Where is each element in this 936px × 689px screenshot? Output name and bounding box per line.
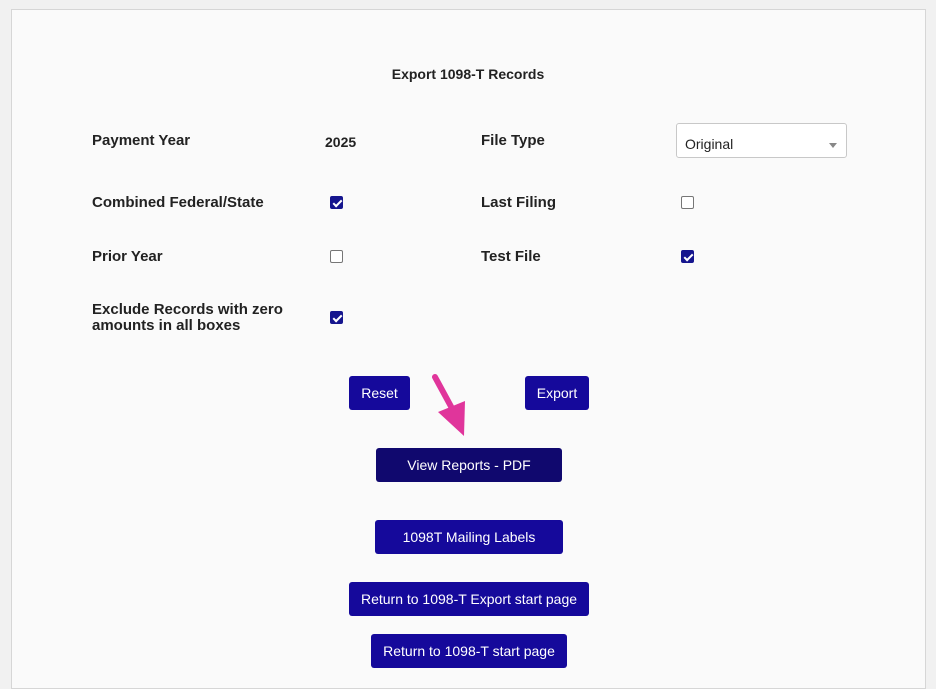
exclude-zero-checkbox[interactable] [330, 311, 343, 324]
arrow-pointer-icon [432, 374, 465, 436]
mailing-labels-button[interactable]: 1098T Mailing Labels [375, 520, 563, 554]
reset-button[interactable]: Reset [349, 376, 410, 410]
export-button[interactable]: Export [525, 376, 589, 410]
page-title: Export 1098-T Records [391, 66, 545, 82]
combined-federal-state-label: Combined Federal/State [92, 194, 264, 211]
payment-year-value: 2025 [325, 134, 357, 150]
exclude-zero-label-line1: Exclude Records with zero [92, 301, 283, 318]
return-export-start-button[interactable]: Return to 1098-T Export start page [349, 582, 589, 616]
exclude-zero-label-line2: amounts in all boxes [92, 317, 241, 334]
file-type-label: File Type [481, 132, 545, 149]
prior-year-checkbox[interactable] [330, 250, 343, 263]
chevron-down-icon [829, 143, 837, 148]
last-filing-checkbox[interactable] [681, 196, 694, 209]
prior-year-label: Prior Year [92, 248, 163, 265]
combined-federal-state-checkbox[interactable] [330, 196, 343, 209]
return-start-button[interactable]: Return to 1098-T start page [371, 634, 567, 668]
test-file-checkbox[interactable] [681, 250, 694, 263]
file-type-select[interactable]: Original [676, 123, 847, 158]
payment-year-label: Payment Year [92, 132, 191, 149]
test-file-label: Test File [481, 248, 541, 265]
last-filing-label: Last Filing [481, 194, 556, 211]
view-reports-pdf-button[interactable]: View Reports - PDF [376, 448, 562, 482]
file-type-selected-value: Original [685, 136, 734, 152]
